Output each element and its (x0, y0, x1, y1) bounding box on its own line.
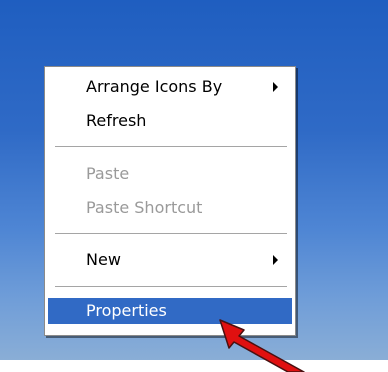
menu-item-label: New (86, 250, 121, 269)
menu-item-paste: Paste (48, 161, 292, 187)
menu-item-refresh[interactable]: Refresh (48, 108, 292, 134)
menu-item-new[interactable]: New (48, 247, 292, 273)
red-pointer-arrow-icon (219, 319, 305, 372)
menu-item-label: Paste (86, 164, 130, 183)
submenu-arrow-icon (273, 82, 278, 92)
menu-item-label: Arrange Icons By (86, 77, 223, 96)
menu-separator (55, 146, 287, 147)
menu-item-arrange-icons-by[interactable]: Arrange Icons By (48, 74, 292, 100)
menu-item-label: Refresh (86, 111, 147, 130)
menu-item-label: Paste Shortcut (86, 198, 203, 217)
menu-item-paste-shortcut: Paste Shortcut (48, 195, 292, 221)
submenu-arrow-icon (273, 255, 278, 265)
menu-item-label: Properties (86, 301, 167, 320)
context-menu: Arrange Icons By Refresh Paste Paste Sho… (44, 66, 296, 336)
menu-separator (55, 286, 287, 287)
bottom-edge (0, 360, 388, 372)
menu-separator (55, 233, 287, 234)
